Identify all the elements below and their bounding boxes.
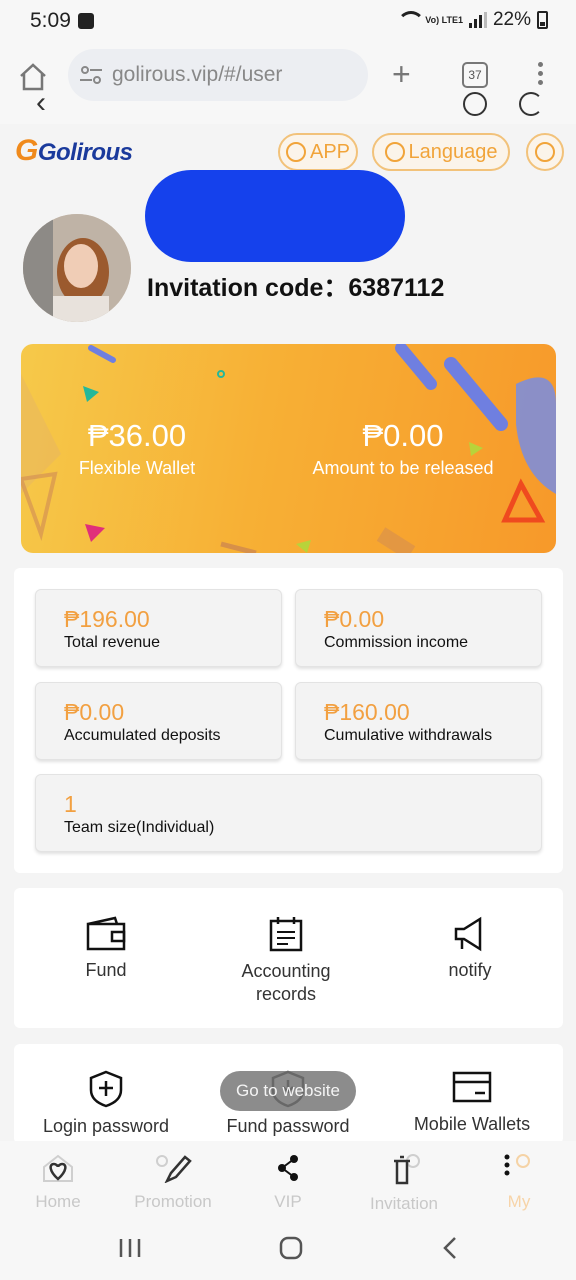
nav-label: VIP — [274, 1192, 302, 1211]
app-download-button[interactable]: APP — [278, 133, 358, 171]
nav-label: Invitation — [369, 1194, 439, 1213]
new-tab-icon[interactable]: + — [392, 58, 411, 90]
notify-button[interactable]: notify — [430, 916, 510, 981]
invitation-icon — [394, 1154, 420, 1185]
bottom-navigation: Home Promotion VIP Invitation My — [0, 1141, 576, 1219]
nav-vip[interactable]: VIP — [264, 1153, 312, 1212]
headset-icon — [535, 142, 555, 162]
nav-my[interactable]: My — [494, 1153, 544, 1212]
logo-text: Golirous — [37, 139, 133, 166]
avatar[interactable] — [23, 214, 131, 322]
stat-label: Accumulated deposits — [64, 727, 221, 744]
stat-label: Commission income — [324, 634, 469, 651]
stat-label: Cumulative withdrawals — [324, 727, 493, 744]
menu-label: Mobile Wallets — [413, 1114, 531, 1134]
url-text: golirous.vip/#/user — [112, 63, 283, 86]
redacted-username — [145, 170, 405, 262]
release-label: Amount to be released — [312, 458, 494, 478]
more-menu-icon[interactable] — [538, 62, 544, 88]
site-settings-icon[interactable] — [80, 66, 102, 84]
status-indicators: Vo) LTE1 22% — [397, 9, 548, 31]
nav-label: My — [507, 1192, 531, 1211]
stat-card-team-size: 1 Team size(Individual) — [35, 774, 542, 852]
user-icon — [504, 1154, 530, 1176]
card-icon — [452, 1071, 492, 1103]
nav-invitation[interactable]: Invitation — [360, 1153, 448, 1214]
stat-value: ₱0.00 — [324, 606, 385, 632]
release-amount: ₱0.00 — [362, 418, 444, 453]
address-bar[interactable]: golirous.vip/#/user — [68, 49, 368, 101]
nav-home[interactable]: Home — [28, 1153, 88, 1212]
stat-value: 1 — [64, 791, 77, 817]
sync-icon[interactable] — [519, 92, 543, 116]
stat-label: Team size(Individual) — [64, 819, 215, 836]
nav-label: Promotion — [134, 1192, 212, 1211]
menu-label: Login password — [42, 1116, 170, 1136]
back-icon[interactable]: ‹ — [36, 88, 46, 118]
wallet-banner: ₱36.00 Flexible Wallet ₱0.00 Amount to b… — [21, 344, 556, 553]
nav-promotion[interactable]: Promotion — [126, 1153, 220, 1212]
invitation-code: Invitation code：6387112 — [147, 268, 444, 304]
stats-panel: ₱196.00 Total revenue ₱0.00 Commission i… — [14, 568, 563, 873]
home-button-icon[interactable] — [278, 1235, 304, 1261]
stat-label: Total revenue — [64, 634, 161, 651]
invitation-code-value[interactable]: 6387112 — [348, 274, 444, 302]
accounting-records-button[interactable]: Accounting records — [226, 916, 346, 1006]
menu-label: Accounting records — [241, 961, 331, 1004]
browser-toolbar: golirous.vip/#/user + 37 ‹ — [0, 44, 576, 124]
mobile-wallets-button[interactable]: Mobile Wallets — [394, 1070, 550, 1135]
cloud-download-icon — [285, 142, 306, 162]
fund-button[interactable]: Fund — [66, 916, 146, 981]
login-password-button[interactable]: Login password — [28, 1070, 184, 1137]
home-icon — [43, 1154, 73, 1182]
megaphone-icon — [454, 916, 482, 952]
language-button[interactable]: Language — [372, 133, 510, 171]
calendar-icon — [269, 917, 303, 952]
globe-icon — [384, 142, 405, 162]
video-assistant-icon[interactable] — [463, 92, 487, 116]
lte-indicator: Vo) LTE1 — [425, 14, 463, 25]
battery-percent: 22% — [492, 9, 531, 30]
wifi-icon — [397, 11, 426, 29]
shield-plus-icon — [89, 1070, 123, 1108]
quick-menu: Fund Accounting records notify — [14, 888, 563, 1028]
brand-logo[interactable]: GGolirous — [15, 134, 133, 168]
gallery-notification-icon — [78, 13, 94, 29]
promotion-icon — [156, 1155, 192, 1184]
system-back-icon[interactable] — [440, 1235, 460, 1261]
recent-apps-icon[interactable] — [118, 1237, 142, 1259]
signal-icon — [468, 12, 487, 28]
stat-value: ₱196.00 — [64, 606, 150, 632]
stat-card-commission-income: ₱0.00 Commission income — [295, 589, 542, 667]
invitation-label: Invitation code： — [147, 274, 349, 302]
language-label: Language — [408, 140, 498, 163]
battery-icon — [537, 11, 548, 29]
system-navigation-bar — [0, 1219, 576, 1280]
vip-icon — [278, 1155, 298, 1181]
stat-card-cumulative-withdrawals: ₱160.00 Cumulative withdrawals — [295, 682, 542, 760]
stat-card-accumulated-deposits: ₱0.00 Accumulated deposits — [35, 682, 282, 760]
menu-label: Fund password — [226, 1116, 350, 1136]
nav-label: Home — [35, 1192, 81, 1211]
clock: 5:09 — [30, 9, 71, 32]
support-button[interactable] — [526, 133, 564, 171]
tab-count-button[interactable]: 37 — [462, 62, 488, 88]
menu-label: notify — [448, 960, 492, 980]
wallet-icon — [86, 916, 126, 951]
menu-label: Fund — [85, 960, 127, 980]
stat-value: ₱160.00 — [324, 699, 410, 725]
stat-value: ₱0.00 — [64, 699, 125, 725]
app-label: APP — [309, 140, 351, 163]
go-to-website-toast[interactable]: Go to website — [220, 1071, 356, 1111]
flexible-wallet-label: Flexible Wallet — [78, 458, 196, 478]
flexible-wallet-amount: ₱36.00 — [87, 418, 187, 453]
stat-card-total-revenue: ₱196.00 Total revenue — [35, 589, 282, 667]
status-bar: 5:09 Vo) LTE1 22% — [0, 0, 576, 44]
